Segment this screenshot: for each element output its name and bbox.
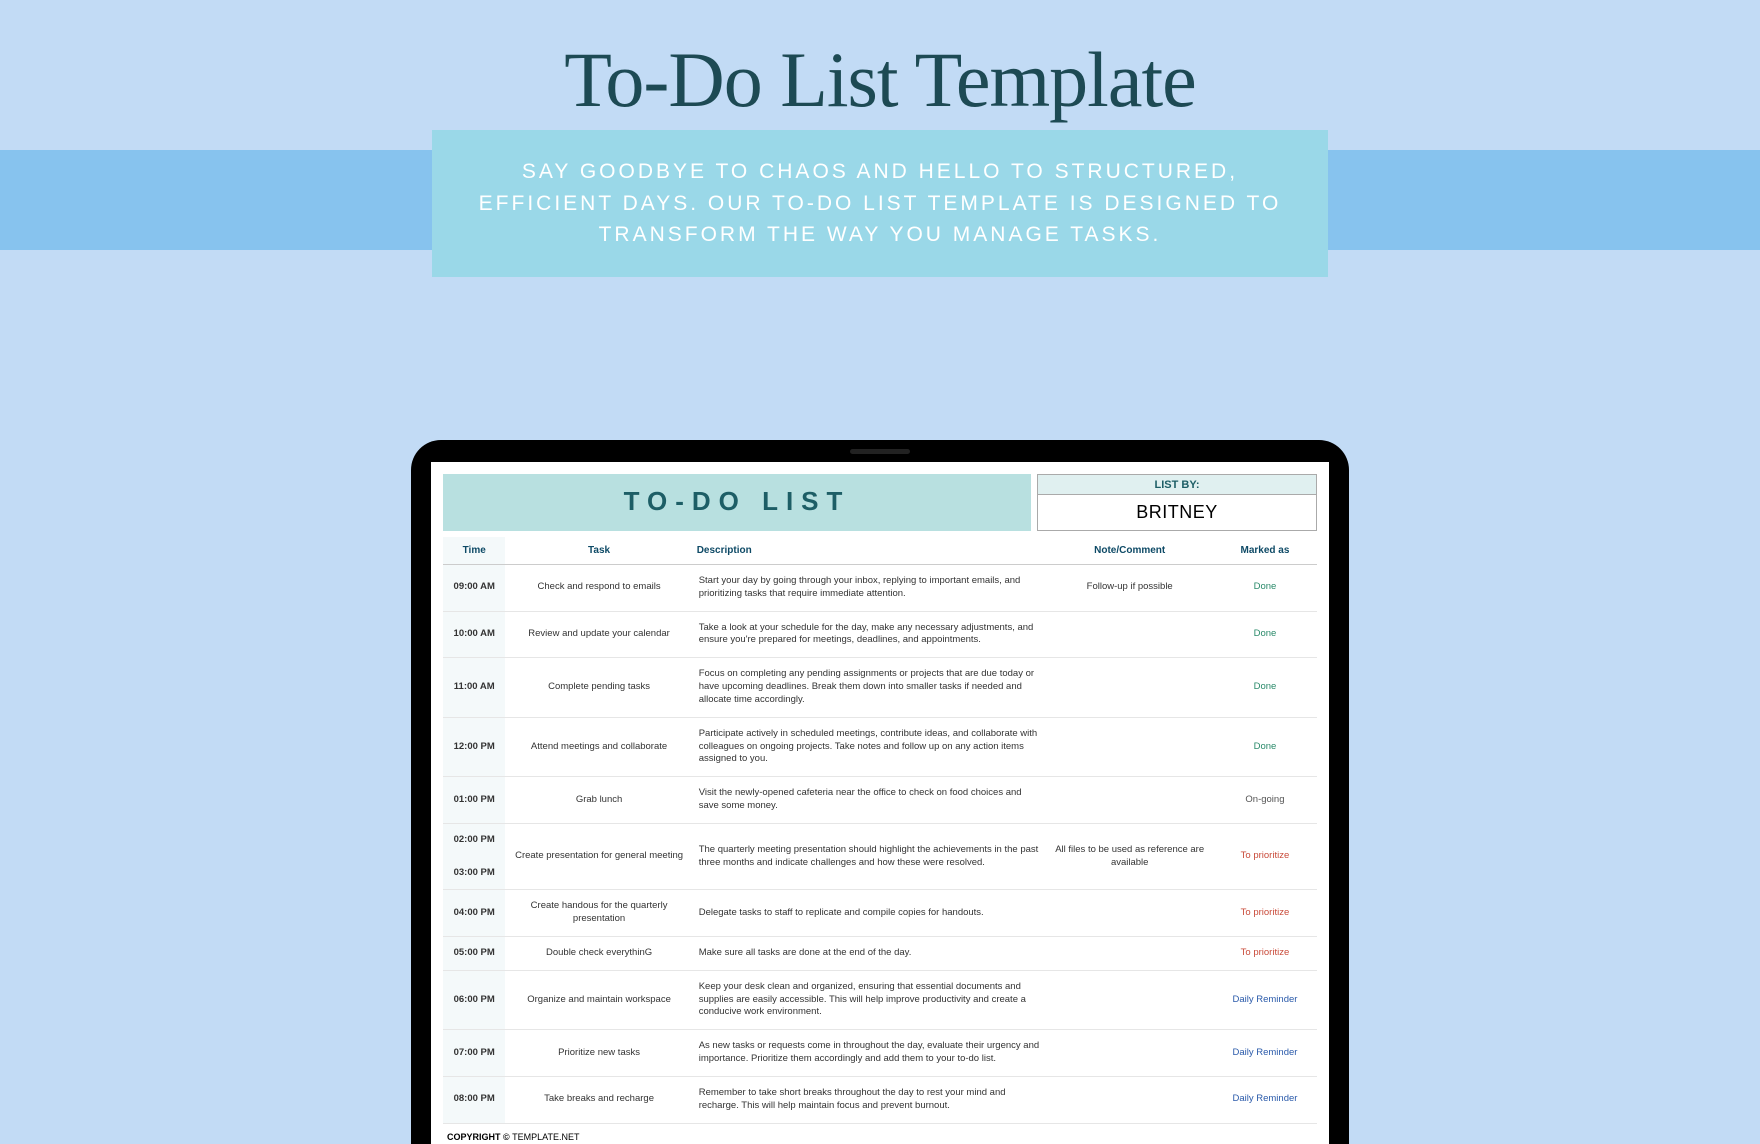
cell-status: Done — [1213, 611, 1317, 658]
cell-note: Follow-up if possible — [1046, 565, 1212, 612]
cell-note — [1046, 1030, 1212, 1077]
table-row: 12:00 PMAttend meetings and collaborateP… — [443, 717, 1317, 776]
cell-desc: As new tasks or requests come in through… — [693, 1030, 1047, 1077]
cell-time: 01:00 PM — [443, 777, 505, 824]
table-row: 11:00 AMComplete pending tasksFocus on c… — [443, 658, 1317, 717]
table-row: 08:00 PMTake breaks and rechargeRemember… — [443, 1076, 1317, 1123]
cell-note: All files to be used as reference are av… — [1046, 823, 1212, 890]
doc-header: TO-DO LIST LIST BY: BRITNEY — [443, 474, 1317, 531]
cell-note — [1046, 658, 1212, 717]
cell-desc: Participate actively in scheduled meetin… — [693, 717, 1047, 776]
th-desc: Description — [693, 537, 1047, 565]
table-row: 06:00 PMOrganize and maintain workspaceK… — [443, 970, 1317, 1029]
cell-note — [1046, 970, 1212, 1029]
table-row: 01:00 PMGrab lunchVisit the newly-opened… — [443, 777, 1317, 824]
cell-desc: Remember to take short breaks throughout… — [693, 1076, 1047, 1123]
cell-status: To prioritize — [1213, 823, 1317, 890]
cell-note — [1046, 890, 1212, 937]
cell-desc: Make sure all tasks are done at the end … — [693, 937, 1047, 971]
cell-task: Review and update your calendar — [505, 611, 692, 658]
cell-task: Organize and maintain workspace — [505, 970, 692, 1029]
doc-title: TO-DO LIST — [443, 474, 1031, 531]
cell-desc: The quarterly meeting presentation shoul… — [693, 823, 1047, 890]
cell-task: Grab lunch — [505, 777, 692, 824]
listby-value: BRITNEY — [1037, 494, 1317, 531]
cell-time: 03:00 PM — [443, 857, 505, 890]
cell-time: 09:00 AM — [443, 565, 505, 612]
tablet-screen: TO-DO LIST LIST BY: BRITNEY Time Task De… — [431, 462, 1329, 1144]
cell-task: Create presentation for general meeting — [505, 823, 692, 890]
cell-time: 12:00 PM — [443, 717, 505, 776]
cell-desc: Take a look at your schedule for the day… — [693, 611, 1047, 658]
todo-table: Time Task Description Note/Comment Marke… — [443, 537, 1317, 1124]
cell-task: Attend meetings and collaborate — [505, 717, 692, 776]
cell-time: 11:00 AM — [443, 658, 505, 717]
table-row: 09:00 AMCheck and respond to emailsStart… — [443, 565, 1317, 612]
cell-time: 08:00 PM — [443, 1076, 505, 1123]
cell-task: Create handous for the quarterly present… — [505, 890, 692, 937]
cell-task: Double check everythinG — [505, 937, 692, 971]
cell-desc: Delegate tasks to staff to replicate and… — [693, 890, 1047, 937]
cell-note — [1046, 717, 1212, 776]
cell-time: 06:00 PM — [443, 970, 505, 1029]
th-task: Task — [505, 537, 692, 565]
cell-status: Daily Reminder — [1213, 970, 1317, 1029]
cell-time: 04:00 PM — [443, 890, 505, 937]
table-row: 10:00 AMReview and update your calendarT… — [443, 611, 1317, 658]
page-title: To-Do List Template — [0, 0, 1760, 125]
listby-label: LIST BY: — [1037, 474, 1317, 494]
tablet-frame: TO-DO LIST LIST BY: BRITNEY Time Task De… — [411, 440, 1349, 1144]
cell-desc: Focus on completing any pending assignme… — [693, 658, 1047, 717]
th-time: Time — [443, 537, 505, 565]
cell-note — [1046, 611, 1212, 658]
copyright: COPYRIGHT © TEMPLATE.NET — [443, 1124, 1317, 1144]
cell-time: 07:00 PM — [443, 1030, 505, 1077]
cell-task: Take breaks and recharge — [505, 1076, 692, 1123]
cell-desc: Keep your desk clean and organized, ensu… — [693, 970, 1047, 1029]
cell-status: To prioritize — [1213, 890, 1317, 937]
table-row: 05:00 PMDouble check everythinGMake sure… — [443, 937, 1317, 971]
hero-subtitle: SAY GOODBYE TO CHAOS AND HELLO TO STRUCT… — [472, 156, 1288, 251]
table-row: 04:00 PMCreate handous for the quarterly… — [443, 890, 1317, 937]
cell-status: Done — [1213, 565, 1317, 612]
cell-time: 10:00 AM — [443, 611, 505, 658]
th-note: Note/Comment — [1046, 537, 1212, 565]
cell-task: Prioritize new tasks — [505, 1030, 692, 1077]
th-status: Marked as — [1213, 537, 1317, 565]
cell-desc: Start your day by going through your inb… — [693, 565, 1047, 612]
cell-note — [1046, 777, 1212, 824]
cell-desc: Visit the newly-opened cafeteria near th… — [693, 777, 1047, 824]
listby-section: LIST BY: BRITNEY — [1037, 474, 1317, 531]
cell-note — [1046, 937, 1212, 971]
hero-subtitle-box: SAY GOODBYE TO CHAOS AND HELLO TO STRUCT… — [432, 130, 1328, 277]
table-row: 02:00 PMCreate presentation for general … — [443, 823, 1317, 856]
cell-status: Daily Reminder — [1213, 1076, 1317, 1123]
cell-status: Done — [1213, 717, 1317, 776]
copyright-bold: COPYRIGHT © — [447, 1132, 512, 1142]
cell-time: 02:00 PM — [443, 823, 505, 856]
cell-status: Done — [1213, 658, 1317, 717]
cell-task: Complete pending tasks — [505, 658, 692, 717]
cell-task: Check and respond to emails — [505, 565, 692, 612]
table-header-row: Time Task Description Note/Comment Marke… — [443, 537, 1317, 565]
copyright-rest: TEMPLATE.NET — [512, 1132, 579, 1142]
cell-time: 05:00 PM — [443, 937, 505, 971]
cell-status: On-going — [1213, 777, 1317, 824]
table-row: 07:00 PMPrioritize new tasksAs new tasks… — [443, 1030, 1317, 1077]
cell-status: To prioritize — [1213, 937, 1317, 971]
cell-note — [1046, 1076, 1212, 1123]
cell-status: Daily Reminder — [1213, 1030, 1317, 1077]
